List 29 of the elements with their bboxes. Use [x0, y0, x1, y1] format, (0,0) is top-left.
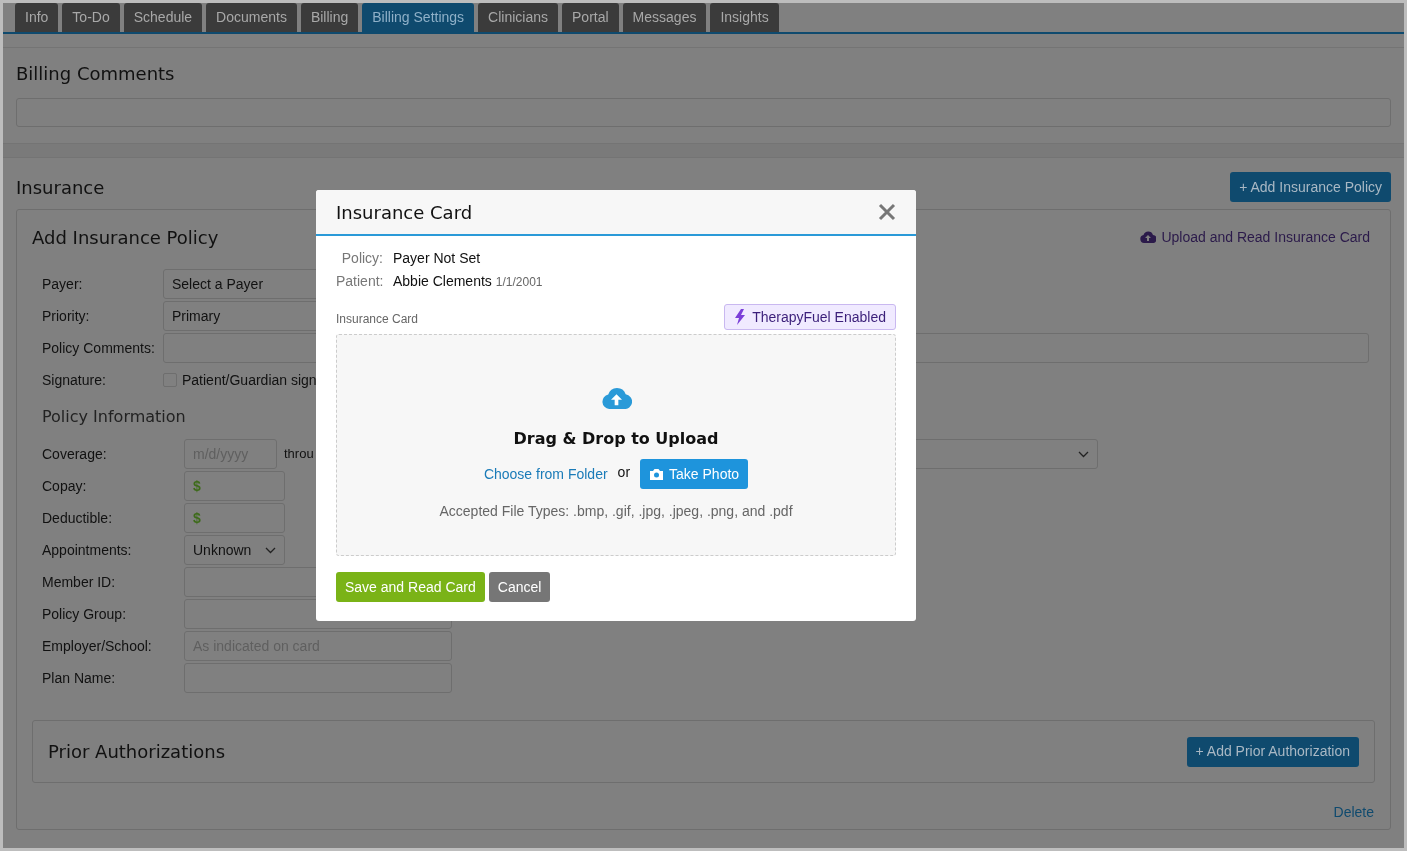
- field-label: Plan Name:: [42, 668, 117, 688]
- section-title: Insurance: [16, 175, 105, 200]
- badge-text: TherapyFuel Enabled: [752, 307, 886, 327]
- panel-title: Prior Authorizations: [48, 740, 225, 764]
- dialog-title: Insurance Card: [336, 200, 473, 225]
- checkbox-label: Patient/Guardian sign: [182, 370, 317, 390]
- range-label: throu: [284, 445, 314, 464]
- field-label: Copay:: [42, 476, 88, 496]
- subsection-title: Policy Information: [42, 406, 186, 427]
- info-label: Patient:: [336, 272, 383, 291]
- info-label: Policy:: [340, 249, 383, 268]
- field-label: Payer:: [42, 274, 84, 294]
- field-label: Priority:: [42, 306, 91, 326]
- field-label: Employer/School:: [42, 636, 153, 656]
- field-label: Coverage:: [42, 444, 108, 464]
- field-label: Signature:: [42, 370, 107, 390]
- info-value: Payer Not Set: [393, 249, 481, 268]
- field-label: Member ID:: [42, 572, 117, 592]
- field-label: Appointments:: [42, 540, 133, 560]
- field-label: Policy Comments:: [42, 338, 156, 358]
- or-text: or: [617, 463, 631, 482]
- field-label: Policy Group:: [42, 604, 128, 624]
- accepted-types-text: Accepted File Types: .bmp, .gif, .jpg, .jpeg, .png, and .pdf: [439, 502, 793, 521]
- section-title: Billing Comments: [16, 62, 176, 86]
- section-label: Insurance Card: [336, 311, 419, 328]
- date-text: 1/1/2001: [495, 274, 543, 291]
- drop-title: Drag & Drop to Upload: [513, 428, 719, 450]
- field-label: Deductible:: [42, 508, 114, 528]
- panel-title: Add Insurance Policy: [32, 225, 219, 250]
